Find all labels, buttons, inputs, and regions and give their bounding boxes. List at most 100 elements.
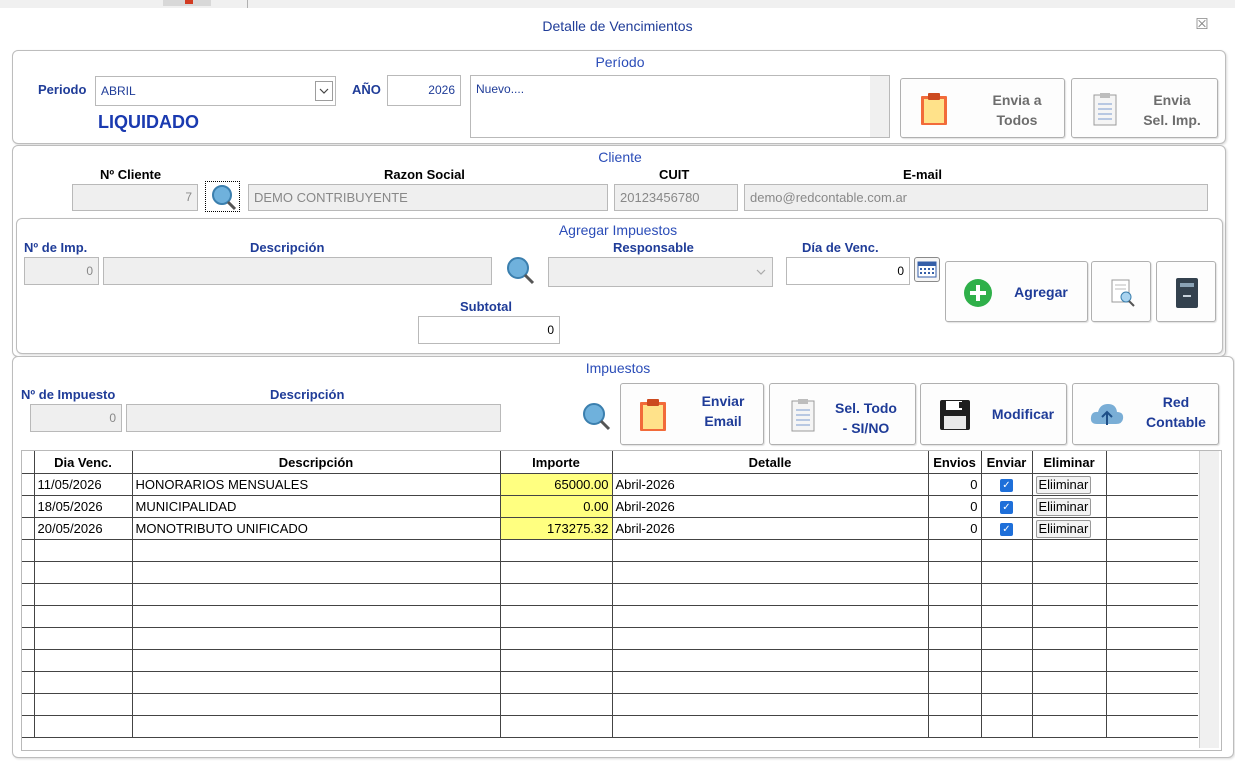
empty-cell[interactable] bbox=[1106, 627, 1198, 650]
empty-cell[interactable] bbox=[1106, 715, 1198, 738]
eliminar-button[interactable]: Eliiminar bbox=[1035, 475, 1092, 494]
empty-cell[interactable] bbox=[612, 605, 929, 628]
table-scrollbar[interactable] bbox=[1199, 451, 1219, 748]
empty-cell[interactable] bbox=[1106, 605, 1198, 628]
table-row[interactable]: 20/05/2026 MONOTRIBUTO UNIFICADO 173275.32… bbox=[22, 517, 1198, 540]
row-selector[interactable] bbox=[22, 473, 35, 496]
col-header-eliminar[interactable]: Eliminar bbox=[1032, 451, 1107, 474]
cell-envios[interactable]: 0 bbox=[928, 517, 982, 540]
empty-cell[interactable] bbox=[500, 671, 613, 694]
responsable-select[interactable] bbox=[548, 257, 773, 287]
empty-cell[interactable] bbox=[981, 605, 1033, 628]
search-impuesto-icon[interactable] bbox=[578, 400, 612, 432]
chevron-down-icon[interactable] bbox=[754, 264, 768, 280]
empty-cell[interactable] bbox=[500, 715, 613, 738]
empty-cell[interactable] bbox=[1106, 561, 1198, 584]
cell-fecha[interactable]: 18/05/2026 bbox=[34, 495, 133, 518]
nimp-input[interactable]: 0 bbox=[24, 257, 99, 285]
preview-button[interactable] bbox=[1091, 261, 1151, 322]
empty-cell[interactable] bbox=[981, 715, 1033, 738]
empty-cell[interactable] bbox=[34, 605, 133, 628]
enviar-checkbox[interactable]: ✓ bbox=[1000, 479, 1013, 493]
empty-cell[interactable] bbox=[1032, 605, 1107, 628]
cell-descripcion[interactable]: HONORARIOS MENSUALES bbox=[132, 473, 501, 496]
eliminar-button[interactable]: Eliiminar bbox=[1035, 497, 1092, 516]
cell-enviar[interactable]: ✓ bbox=[981, 495, 1033, 518]
empty-cell[interactable] bbox=[1032, 539, 1107, 562]
search-client-button[interactable] bbox=[205, 181, 240, 212]
empty-cell[interactable] bbox=[928, 583, 982, 606]
empty-cell[interactable] bbox=[132, 605, 501, 628]
cuit-input[interactable]: 20123456780 bbox=[614, 184, 738, 211]
empty-cell[interactable] bbox=[981, 671, 1033, 694]
empty-cell[interactable] bbox=[34, 671, 133, 694]
empty-cell[interactable] bbox=[34, 649, 133, 672]
empty-cell[interactable] bbox=[1032, 671, 1107, 694]
empty-cell[interactable] bbox=[1032, 649, 1107, 672]
empty-cell[interactable] bbox=[34, 715, 133, 738]
empty-cell[interactable] bbox=[928, 649, 982, 672]
cell-importe[interactable]: 173275.32 bbox=[500, 517, 613, 540]
cell-envios[interactable]: 0 bbox=[928, 495, 982, 518]
empty-cell[interactable] bbox=[34, 693, 133, 716]
notes-textarea[interactable]: Nuevo.... bbox=[470, 75, 890, 138]
row-selector[interactable] bbox=[22, 495, 35, 518]
empty-cell[interactable] bbox=[500, 539, 613, 562]
col-header-detalle[interactable]: Detalle bbox=[612, 451, 929, 474]
num-cliente-input[interactable]: 7 bbox=[72, 184, 198, 211]
empty-cell[interactable] bbox=[1032, 627, 1107, 650]
empty-cell[interactable] bbox=[1032, 561, 1107, 584]
empty-table-row[interactable] bbox=[22, 561, 1198, 584]
empty-cell[interactable] bbox=[22, 605, 35, 628]
empty-cell[interactable] bbox=[500, 583, 613, 606]
empty-cell[interactable] bbox=[981, 649, 1033, 672]
notes-scrollbar[interactable] bbox=[870, 76, 889, 137]
empty-table-row[interactable] bbox=[22, 627, 1198, 650]
empty-cell[interactable] bbox=[132, 583, 501, 606]
empty-cell[interactable] bbox=[981, 561, 1033, 584]
empty-cell[interactable] bbox=[928, 627, 982, 650]
empty-cell[interactable] bbox=[22, 649, 35, 672]
empty-cell[interactable] bbox=[22, 583, 35, 606]
cell-importe[interactable]: 0.00 bbox=[500, 495, 613, 518]
table-row[interactable]: 11/05/2026 HONORARIOS MENSUALES 65000.00 Ab… bbox=[22, 473, 1198, 496]
empty-cell[interactable] bbox=[132, 715, 501, 738]
empty-cell[interactable] bbox=[928, 671, 982, 694]
empty-cell[interactable] bbox=[612, 693, 929, 716]
calendar-icon[interactable] bbox=[914, 257, 940, 282]
empty-cell[interactable] bbox=[34, 539, 133, 562]
empty-cell[interactable] bbox=[22, 539, 35, 562]
close-icon[interactable]: ☒ bbox=[1192, 15, 1212, 35]
empty-cell[interactable] bbox=[612, 583, 929, 606]
cell-fecha[interactable]: 11/05/2026 bbox=[34, 473, 133, 496]
empty-cell[interactable] bbox=[612, 627, 929, 650]
empty-cell[interactable] bbox=[132, 693, 501, 716]
cell-descripcion[interactable]: MUNICIPALIDAD bbox=[132, 495, 501, 518]
col-header-importe[interactable]: Importe bbox=[500, 451, 613, 474]
cell-detalle[interactable]: Abril-2026 bbox=[612, 473, 929, 496]
empty-table-row[interactable] bbox=[22, 693, 1198, 716]
chevron-down-icon[interactable] bbox=[315, 81, 333, 101]
col-header-descripcion[interactable]: Descripción bbox=[132, 451, 501, 474]
red-contable-button[interactable]: Red Contable bbox=[1072, 383, 1219, 445]
empty-cell[interactable] bbox=[1106, 539, 1198, 562]
empty-cell[interactable] bbox=[132, 539, 501, 562]
empty-cell[interactable] bbox=[500, 693, 613, 716]
agregar-desc-input[interactable] bbox=[103, 257, 492, 285]
periodo-select[interactable]: ABRIL bbox=[95, 76, 336, 106]
col-header-dia-venc[interactable]: Dia Venc. bbox=[34, 451, 133, 474]
enviar-checkbox[interactable]: ✓ bbox=[1000, 501, 1013, 515]
empty-cell[interactable] bbox=[612, 539, 929, 562]
empty-cell[interactable] bbox=[928, 561, 982, 584]
empty-table-row[interactable] bbox=[22, 539, 1198, 562]
empty-cell[interactable] bbox=[1106, 671, 1198, 694]
razon-social-input[interactable]: DEMO CONTRIBUYENTE bbox=[248, 184, 608, 211]
empty-cell[interactable] bbox=[1106, 583, 1198, 606]
empty-cell[interactable] bbox=[34, 561, 133, 584]
empty-table-row[interactable] bbox=[22, 649, 1198, 672]
empty-cell[interactable] bbox=[500, 605, 613, 628]
empty-cell[interactable] bbox=[500, 627, 613, 650]
empty-cell[interactable] bbox=[132, 561, 501, 584]
empty-cell[interactable] bbox=[612, 561, 929, 584]
empty-cell[interactable] bbox=[612, 715, 929, 738]
